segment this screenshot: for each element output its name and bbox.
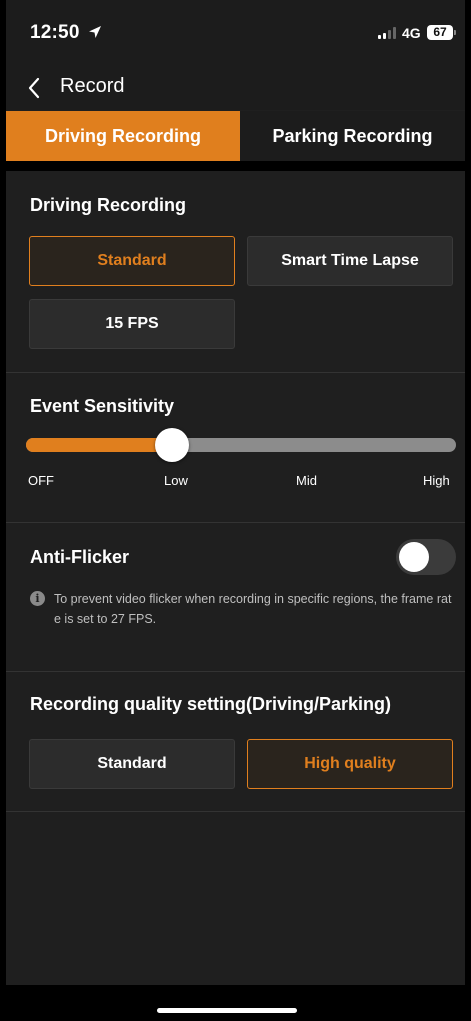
anti-flicker-toggle[interactable] (396, 539, 456, 575)
divider (6, 671, 465, 672)
event-sensitivity-title: Event Sensitivity (30, 396, 175, 416)
sensitivity-slider-fill (26, 438, 173, 452)
driving-mode-15fps-button[interactable]: 15 FPS (29, 299, 235, 349)
screen: 12:50 4G 67 Record Driving Recording Par… (6, 0, 465, 1021)
tab-driving-recording[interactable]: Driving Recording (6, 111, 240, 161)
anti-flicker-title: Anti-Flicker (30, 547, 130, 567)
anti-flicker-info-text: To prevent video flicker when recording … (54, 592, 452, 626)
divider (6, 522, 465, 523)
status-time: 12:50 (30, 22, 80, 43)
info-icon: i (30, 591, 45, 606)
divider (6, 811, 465, 812)
home-bar-area (0, 985, 471, 1021)
page-title: Record (60, 75, 125, 97)
status-bar: 12:50 4G 67 (6, 0, 465, 66)
driving-mode-smart-time-lapse-button[interactable]: Smart Time Lapse (247, 236, 453, 286)
back-chevron-icon[interactable] (26, 76, 42, 100)
sensitivity-label-high: High (423, 473, 450, 488)
quality-standard-button[interactable]: Standard (29, 739, 235, 789)
network-type: 4G (402, 25, 421, 41)
tab-bar: Driving Recording Parking Recording (6, 111, 465, 161)
recording-quality-title: Recording quality setting(Driving/Parkin… (30, 694, 392, 714)
sensitivity-label-off: OFF (28, 473, 54, 488)
sensitivity-slider-thumb[interactable] (155, 428, 190, 462)
battery-tip (454, 30, 456, 35)
driving-mode-standard-button[interactable]: Standard (29, 236, 235, 286)
home-indicator[interactable] (157, 1008, 297, 1013)
tab-separator (6, 161, 465, 171)
sensitivity-label-mid: Mid (296, 473, 317, 488)
signal-strength-icon (378, 27, 396, 39)
sensitivity-label-low: Low (164, 473, 188, 488)
toggle-knob (399, 542, 429, 572)
nav-bar: Record (6, 66, 465, 110)
location-arrow-icon (89, 26, 101, 38)
tab-parking-recording[interactable]: Parking Recording (240, 111, 465, 161)
driving-recording-title: Driving Recording (30, 195, 187, 215)
divider (6, 372, 465, 373)
quality-high-button[interactable]: High quality (247, 739, 453, 789)
battery-icon: 67 (427, 25, 453, 40)
